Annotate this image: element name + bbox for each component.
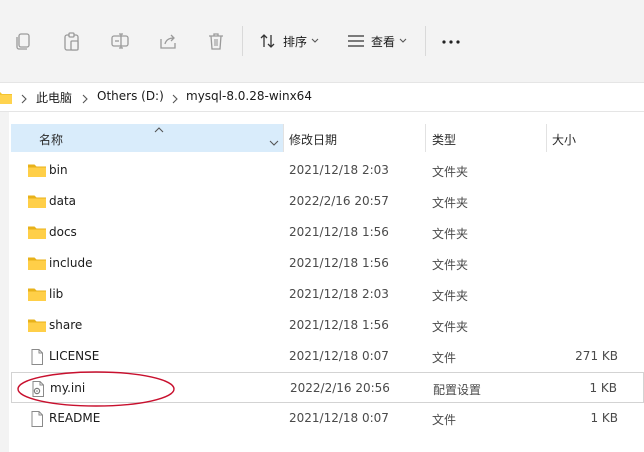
column-divider[interactable]	[425, 124, 426, 152]
command-toolbar: 排序 查看	[0, 0, 644, 82]
file-date: 2022/2/16 20:57	[289, 194, 389, 208]
list-item[interactable]: LICENSE 2021/12/18 0:07 文件 271 KB	[11, 341, 644, 372]
file-type: 文件夹	[432, 289, 469, 303]
delete-icon[interactable]	[205, 30, 227, 52]
list-item[interactable]: README 2021/12/18 0:07 文件 1 KB	[11, 403, 644, 434]
paste-icon[interactable]	[61, 30, 83, 52]
file-name: data	[49, 194, 77, 208]
share-icon[interactable]	[157, 30, 179, 52]
column-name[interactable]: 名称	[39, 131, 63, 148]
list-item[interactable]: share 2021/12/18 1:56 文件夹	[11, 310, 644, 341]
navigation-pane-edge	[0, 112, 9, 452]
column-divider[interactable]	[546, 124, 547, 152]
chevron-right-icon	[81, 93, 89, 104]
file-date: 2021/12/18 1:56	[289, 318, 389, 332]
toolbar-separator	[242, 26, 243, 56]
sort-button[interactable]: 排序	[259, 30, 319, 52]
file-name: docs	[49, 225, 77, 239]
file-type: 文件	[432, 413, 457, 427]
more-options-icon[interactable]	[440, 32, 462, 52]
chevron-right-icon	[20, 93, 28, 104]
view-button[interactable]: 查看	[347, 30, 407, 52]
file-type: 配置设置	[433, 383, 482, 397]
file-name: bin	[49, 163, 68, 177]
list-item[interactable]: docs 2021/12/18 1:56 文件夹	[11, 217, 644, 248]
file-date: 2021/12/18 1:56	[289, 225, 389, 239]
rename-icon[interactable]	[109, 30, 131, 52]
chevron-right-icon	[171, 93, 179, 104]
chevron-down-icon	[311, 38, 319, 44]
list-item[interactable]: lib 2021/12/18 2:03 文件夹	[11, 279, 644, 310]
file-type: 文件夹	[432, 165, 469, 179]
breadcrumb-drive[interactable]: Others (D:)	[97, 89, 164, 103]
list-item[interactable]: data 2022/2/16 20:57 文件夹	[11, 186, 644, 217]
folder-icon	[0, 90, 12, 104]
file-name: LICENSE	[49, 349, 100, 363]
file-icon	[28, 411, 46, 427]
view-label: 查看	[371, 34, 396, 49]
file-date: 2021/12/18 2:03	[289, 163, 389, 177]
file-name: my.ini	[50, 381, 86, 395]
column-header: 名称 修改日期 类型 大小	[11, 124, 644, 152]
sort-ascending-icon	[154, 122, 164, 133]
ini-file-icon	[29, 381, 47, 397]
file-size: 271 KB	[575, 349, 618, 363]
view-list-icon	[347, 34, 365, 48]
chevron-down-icon[interactable]	[269, 135, 279, 146]
file-name: README	[49, 411, 101, 425]
column-size[interactable]: 大小	[552, 131, 576, 148]
breadcrumb-this-pc[interactable]: 此电脑	[36, 89, 72, 106]
file-type: 文件夹	[432, 227, 469, 241]
file-size: 1 KB	[590, 411, 618, 425]
chevron-down-icon	[399, 38, 407, 44]
file-type: 文件夹	[432, 320, 469, 334]
folder-icon	[28, 256, 46, 272]
column-divider[interactable]	[283, 124, 284, 152]
folder-icon	[28, 225, 46, 241]
file-type: 文件	[432, 351, 457, 365]
address-bar[interactable]: 此电脑 Others (D:) mysql-8.0.28-winx64	[0, 82, 644, 112]
sort-icon	[259, 33, 277, 49]
file-icon	[28, 349, 46, 365]
folder-icon	[28, 287, 46, 303]
file-name: include	[49, 256, 93, 270]
file-date: 2021/12/18 1:56	[289, 256, 389, 270]
file-name: lib	[49, 287, 64, 301]
folder-icon	[28, 194, 46, 210]
list-item[interactable]: bin 2021/12/18 2:03 文件夹	[11, 155, 644, 186]
file-date: 2021/12/18 0:07	[289, 411, 389, 425]
file-date: 2021/12/18 2:03	[289, 287, 389, 301]
copy-icon[interactable]	[13, 30, 35, 52]
file-type: 文件夹	[432, 258, 469, 272]
folder-icon	[28, 163, 46, 179]
list-item[interactable]: my.ini 2022/2/16 20:56 配置设置 1 KB	[11, 372, 644, 403]
file-name: share	[49, 318, 83, 332]
file-date: 2021/12/18 0:07	[289, 349, 389, 363]
column-date-modified[interactable]: 修改日期	[289, 131, 337, 148]
file-type: 文件夹	[432, 196, 469, 210]
breadcrumb-current-folder[interactable]: mysql-8.0.28-winx64	[186, 89, 312, 103]
file-date: 2022/2/16 20:56	[290, 381, 390, 395]
folder-icon	[28, 318, 46, 334]
column-type[interactable]: 类型	[432, 131, 456, 148]
sort-label: 排序	[283, 34, 308, 49]
list-item[interactable]: include 2021/12/18 1:56 文件夹	[11, 248, 644, 279]
toolbar-separator	[425, 26, 426, 56]
file-size: 1 KB	[589, 381, 617, 395]
